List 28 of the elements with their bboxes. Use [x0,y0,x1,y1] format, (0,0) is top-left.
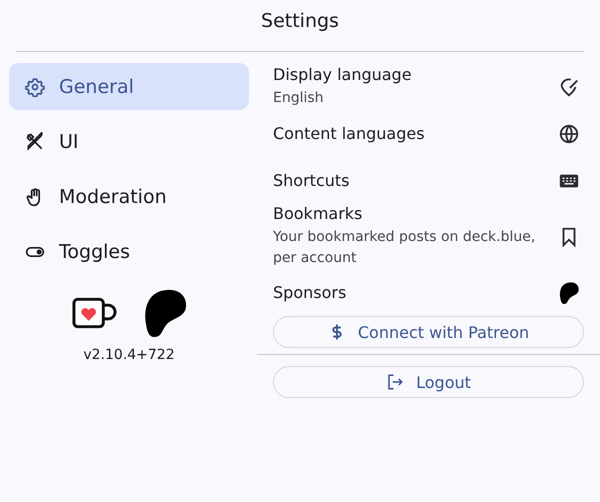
row-title: Sponsors [273,283,348,302]
settings-icon [25,76,45,96]
row-title: Bookmarks [273,204,364,223]
row-subtitle: English [273,88,325,108]
row-title: Display language [273,64,413,84]
cup-icon [72,297,116,329]
blob-icon [142,289,186,337]
logout-icon [386,373,404,391]
page-title: Settings [261,10,339,32]
row-title: Shortcuts [273,171,350,190]
version-text: v2.10.4+722 [83,347,175,363]
globe-icon [558,122,580,144]
nav-item[interactable]: Toggles [9,228,249,275]
blob-icon [558,282,580,304]
settings-row[interactable]: Shortcuts [257,157,584,204]
logout-button[interactable]: Logout [273,366,584,398]
settings-row[interactable]: Bookmarks Your bookmarked posts on deck.blue, per account [257,204,584,269]
settings-row[interactable]: Display language English [257,63,584,110]
row-title: Content languages [273,124,426,143]
nav-item[interactable]: General [9,63,249,110]
row-subtitle: Your bookmarked posts on deck.blue, per account [273,228,536,268]
nav-item[interactable]: UI [9,118,249,165]
patreon-button[interactable]: Connect with Patreon [273,316,584,348]
nav-item[interactable]: Moderation [9,173,249,220]
settings-row[interactable]: Sponsors [257,269,584,316]
settings-row[interactable]: Content languages [257,110,584,157]
pin-pencil-icon [558,76,580,98]
tools-icon [25,132,45,152]
